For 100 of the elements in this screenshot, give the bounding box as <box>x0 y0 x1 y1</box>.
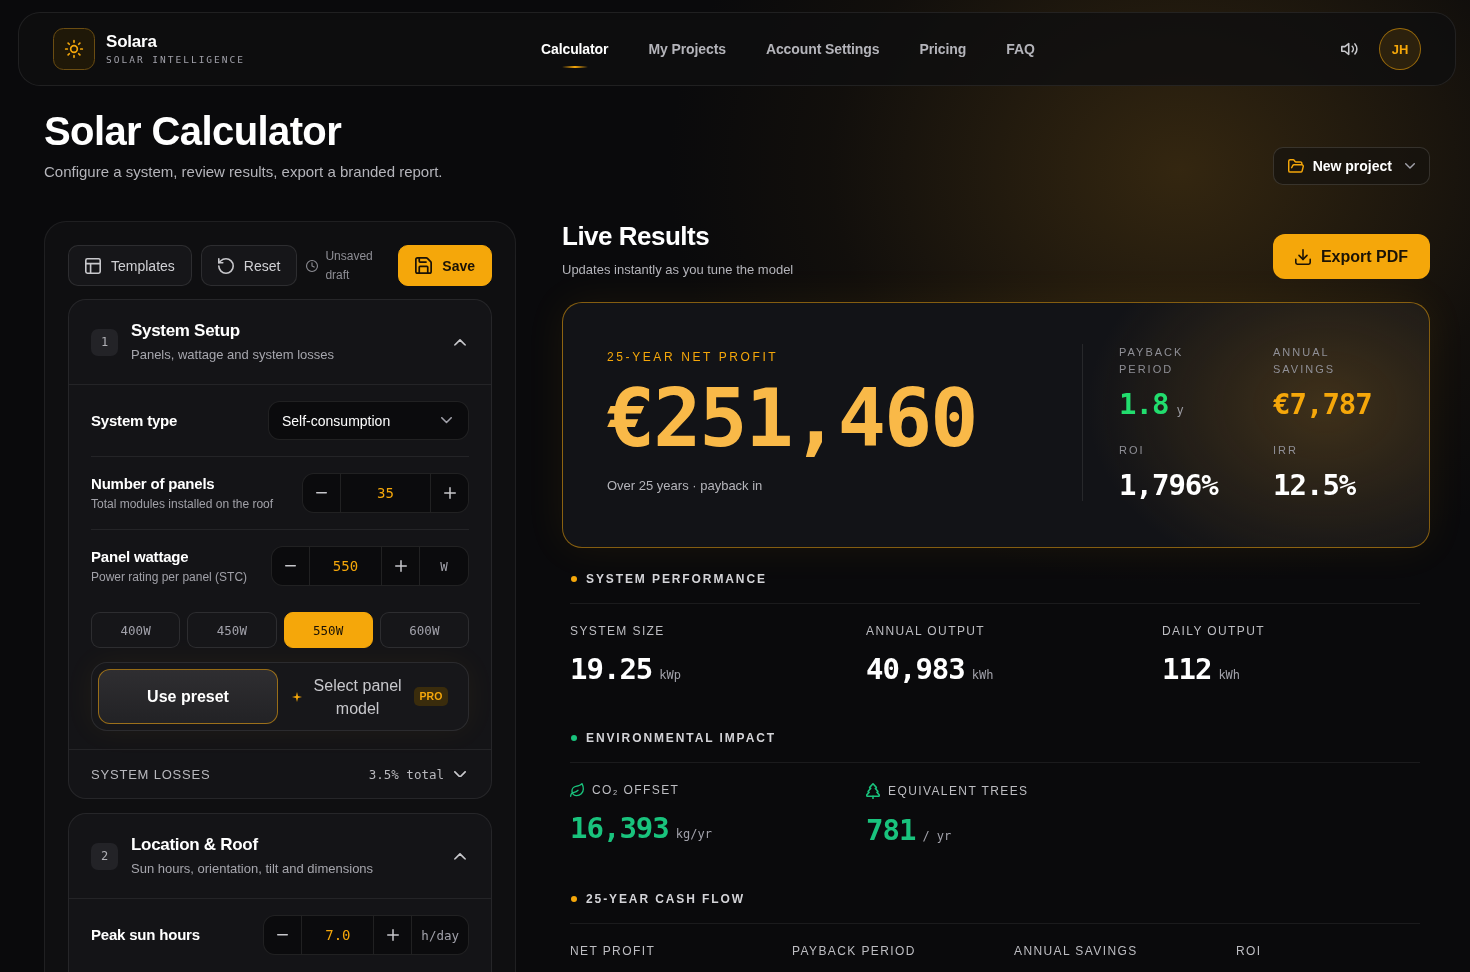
group-heading: SYSTEM PERFORMANCE <box>586 571 767 587</box>
layout-icon <box>85 257 101 274</box>
nav-link[interactable]: FAQ <box>1006 30 1035 68</box>
clock-icon <box>306 259 319 272</box>
minus-icon <box>285 565 296 567</box>
field-hint: Total modules installed on the roof <box>91 496 274 512</box>
unit-label: kg/yr <box>675 827 712 841</box>
brand-tagline: SOLAR INTELLIGENCE <box>106 54 245 66</box>
unit-label: / yr <box>922 829 952 844</box>
download-icon <box>1294 248 1311 265</box>
unit-label: kWh <box>971 668 994 682</box>
sun-logo-icon[interactable] <box>53 28 95 70</box>
stat-label: ROI <box>1236 944 1262 959</box>
nav-link[interactable]: My Projects <box>648 30 726 68</box>
stat-value: 16,393 <box>570 812 669 844</box>
caption-text: Over 25 years · payback in <box>607 477 764 495</box>
unit-label: h/day <box>411 916 468 954</box>
folder-icon <box>1287 159 1304 173</box>
group-heading: 25-YEAR CASH FLOW <box>586 891 745 908</box>
reset-button[interactable]: Reset <box>200 245 298 286</box>
chevron-down-icon <box>1405 163 1415 169</box>
stat-label: ANNUAL SAVINGS <box>1014 944 1138 959</box>
wattage-option[interactable]: 550W <box>283 612 373 648</box>
metric-value: 1,796% <box>1119 469 1218 501</box>
unit-label: W <box>419 547 468 585</box>
section-subtitle: Sun hours, orientation, tilt and dimensions <box>131 860 375 878</box>
sparkle-icon <box>291 691 302 702</box>
field-label: Peak sun hours <box>91 925 200 945</box>
tree-icon <box>866 783 880 800</box>
segment-option[interactable]: Use preset <box>98 669 278 724</box>
unit-label: y <box>1176 403 1184 417</box>
nav-link[interactable]: Pricing <box>919 30 967 68</box>
unit-label: kWh <box>1218 668 1241 682</box>
save-icon <box>415 257 433 274</box>
step-number: 1 <box>91 328 118 356</box>
user-avatar[interactable]: JH <box>1379 28 1421 70</box>
stat-value: 781 <box>866 814 916 847</box>
page-title: Solar Calculator <box>44 108 343 154</box>
chevron-down-icon <box>441 417 452 424</box>
results-subtitle: Updates instantly as you tune the model <box>562 261 794 279</box>
stat-label: ANNUAL OUTPUT <box>866 624 986 638</box>
group-heading: ENVIRONMENTAL IMPACT <box>586 730 776 746</box>
metric-label: 25-YEAR NET PROFIT <box>607 350 780 364</box>
metric-value: €7,787 <box>1273 388 1372 420</box>
export-pdf-button[interactable]: Export PDF <box>1272 234 1430 279</box>
section-subtitle: Panels, wattage and system losses <box>131 346 336 364</box>
plus-icon <box>386 929 399 941</box>
net-profit-value: €251,460 <box>607 377 977 461</box>
stat-label: CO₂ OFFSET <box>592 783 680 797</box>
wattage-option[interactable]: 400W <box>91 612 181 648</box>
value-field[interactable]: 550 <box>309 547 382 585</box>
stat-value: 112 <box>1162 653 1212 685</box>
plus-icon <box>443 487 456 499</box>
plus-icon <box>394 560 407 572</box>
section-label: SYSTEM LOSSES <box>91 766 212 782</box>
minus-icon <box>316 492 327 494</box>
dropdown-select[interactable]: Self-consumption <box>268 401 469 440</box>
minus-icon <box>277 934 289 936</box>
segment-option[interactable]: Select panel model PRO <box>278 669 462 724</box>
step-number: 2 <box>91 842 118 870</box>
results-title: Live Results <box>562 221 711 251</box>
chevron-up-icon[interactable] <box>454 338 466 346</box>
metric-label: PAYBACK PERIOD <box>1119 345 1185 377</box>
leaf-icon <box>570 783 584 797</box>
metric-label: ANNUAL SAVINGS <box>1273 345 1337 377</box>
save-button[interactable]: Save <box>398 245 492 286</box>
nav-link[interactable]: Calculator <box>540 30 609 68</box>
metric-value: 1.8 <box>1119 388 1169 420</box>
stat-value: 40,983 <box>866 653 965 685</box>
field-label: Panel wattage <box>91 547 190 567</box>
reset-icon <box>217 257 234 274</box>
section-title: System Setup <box>131 320 241 342</box>
value-field[interactable]: 35 <box>340 474 431 512</box>
field-label: Number of panels <box>91 474 216 494</box>
stat-value: 19.25 <box>570 653 653 685</box>
wattage-option[interactable]: 600W <box>379 612 469 648</box>
unit-label: kWp <box>659 668 681 682</box>
wattage-option[interactable]: 450W <box>187 612 277 648</box>
brand-name: Solara <box>106 32 158 52</box>
speaker-icon[interactable] <box>1341 42 1358 56</box>
losses-value: 3.5% total <box>368 766 444 782</box>
stat-label: EQUIVALENT TREES <box>888 784 1029 799</box>
value-field[interactable]: 7.0 <box>301 916 375 954</box>
stat-label: NET PROFIT <box>570 944 656 959</box>
metric-value: 12.5% <box>1273 469 1356 501</box>
stat-label: SYSTEM SIZE <box>570 624 665 638</box>
pro-badge: PRO <box>413 687 449 706</box>
field-label: System type <box>91 410 178 431</box>
templates-button[interactable]: Templates <box>68 245 192 286</box>
chevron-down-icon[interactable] <box>454 770 466 778</box>
status-text: Unsaved draft <box>325 247 374 284</box>
new-project-button[interactable]: New project <box>1272 147 1430 185</box>
field-hint: Power rating per panel (STC) <box>91 569 248 585</box>
nav-link[interactable]: Account Settings <box>765 30 880 68</box>
chevron-up-icon[interactable] <box>454 852 466 860</box>
section-title: Location & Roof <box>131 834 260 856</box>
page-subtitle: Configure a system, review results, export a branded report. <box>44 162 443 182</box>
stat-label: PAYBACK PERIOD <box>792 944 916 959</box>
stat-label: DAILY OUTPUT <box>1162 624 1266 638</box>
metric-label: IRR <box>1273 443 1299 458</box>
